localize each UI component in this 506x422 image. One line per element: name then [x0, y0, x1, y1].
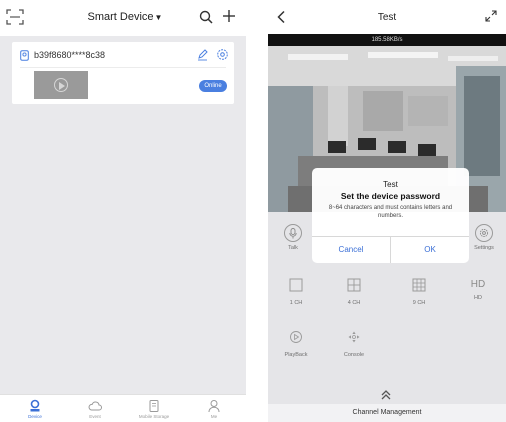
play-icon	[54, 78, 68, 92]
gear-icon	[479, 228, 489, 238]
scan-icon[interactable]	[6, 9, 24, 25]
expand-channel-button[interactable]	[366, 388, 406, 402]
fullscreen-icon[interactable]	[485, 10, 497, 22]
device-thumbnail[interactable]	[34, 71, 88, 99]
tab-label: Mobile Storage	[138, 414, 170, 419]
layout-9ch-button[interactable]: 9 CH	[399, 278, 439, 306]
top-bar: Test	[268, 0, 506, 34]
user-icon	[208, 400, 220, 413]
single-view-icon	[289, 278, 303, 292]
talk-ring	[284, 224, 302, 242]
status-badge: Online	[199, 80, 227, 92]
dropdown-label: Smart Device	[87, 11, 154, 23]
settings-ring	[475, 224, 493, 242]
settings-label: Settings	[474, 245, 494, 251]
layout-4ch-button[interactable]: 4 CH	[334, 278, 374, 306]
ok-button[interactable]: OK	[391, 236, 469, 263]
playback-label: PlayBack	[284, 352, 308, 358]
card-divider	[20, 67, 226, 68]
caret-down-icon: ▼	[154, 13, 163, 22]
playback-icon	[290, 331, 302, 343]
bottom-tab-bar: Device Event Mobile Storage Me	[0, 394, 246, 422]
live-view-screen: Test 185.58KB/s Talk Settings 1 CH 4 CH …	[268, 0, 506, 422]
playback-button[interactable]: PlayBack	[276, 330, 316, 358]
device-icon	[30, 399, 40, 412]
tab-device[interactable]: Device	[10, 399, 60, 419]
talk-label: Talk	[288, 245, 298, 251]
top-bar: Smart Device▼	[0, 0, 246, 36]
talk-button[interactable]: Talk	[273, 224, 313, 251]
quad-view-icon	[347, 278, 361, 292]
dialog-title: Test	[383, 180, 398, 189]
dialog-description: 8~64 characters and must contains letter…	[328, 205, 453, 219]
device-id: b39f8680****8c38	[34, 50, 106, 60]
page-title: Test	[377, 12, 397, 23]
tab-me[interactable]: Me	[189, 399, 239, 419]
add-device-icon[interactable]	[222, 9, 236, 23]
device-type-dropdown[interactable]: Smart Device▼	[70, 11, 180, 23]
device-list-screen: Smart Device▼ b39f8680****8c38 Online De…	[0, 0, 246, 422]
tab-event[interactable]: Event	[70, 399, 120, 419]
cloud-icon	[88, 401, 102, 411]
storage-icon	[149, 400, 159, 412]
layout-label: 4 CH	[347, 300, 361, 306]
set-password-dialog: Test Set the device password 8~64 charac…	[312, 168, 469, 263]
console-label: Console	[343, 352, 365, 358]
settings-button[interactable]: Settings	[464, 224, 504, 251]
edit-icon[interactable]	[196, 48, 209, 61]
tab-mobile-storage[interactable]: Mobile Storage	[129, 399, 179, 419]
back-icon[interactable]	[276, 10, 288, 24]
ptz-console-icon	[348, 331, 360, 343]
bitrate-readout: 185.58KB/s	[268, 34, 506, 46]
tab-label: Me	[210, 414, 218, 419]
tab-label: Event	[89, 414, 101, 419]
hd-icon: HD	[470, 279, 486, 290]
hd-toggle-button[interactable]: HD HD	[458, 278, 498, 301]
layout-label: 1 CH	[289, 300, 303, 306]
layout-1ch-button[interactable]: 1 CH	[276, 278, 316, 306]
nine-view-icon	[412, 278, 426, 292]
channel-management-button[interactable]: Channel Management	[268, 404, 506, 422]
device-settings-icon[interactable]	[216, 48, 229, 61]
double-chevron-up-icon	[381, 390, 391, 400]
dialog-heading: Set the device password	[340, 191, 441, 201]
screen-gap	[246, 0, 268, 422]
console-button[interactable]: Console	[334, 330, 374, 358]
layout-label: 9 CH	[412, 300, 426, 306]
microphone-icon	[289, 228, 297, 239]
device-card[interactable]: b39f8680****8c38 Online	[12, 42, 234, 104]
cancel-button[interactable]: Cancel	[312, 236, 390, 263]
search-icon[interactable]	[199, 10, 213, 24]
layout-label: HD	[474, 295, 482, 301]
device-list: b39f8680****8c38 Online	[0, 36, 246, 394]
camera-device-icon	[20, 50, 29, 61]
tab-label: Device	[28, 414, 42, 419]
